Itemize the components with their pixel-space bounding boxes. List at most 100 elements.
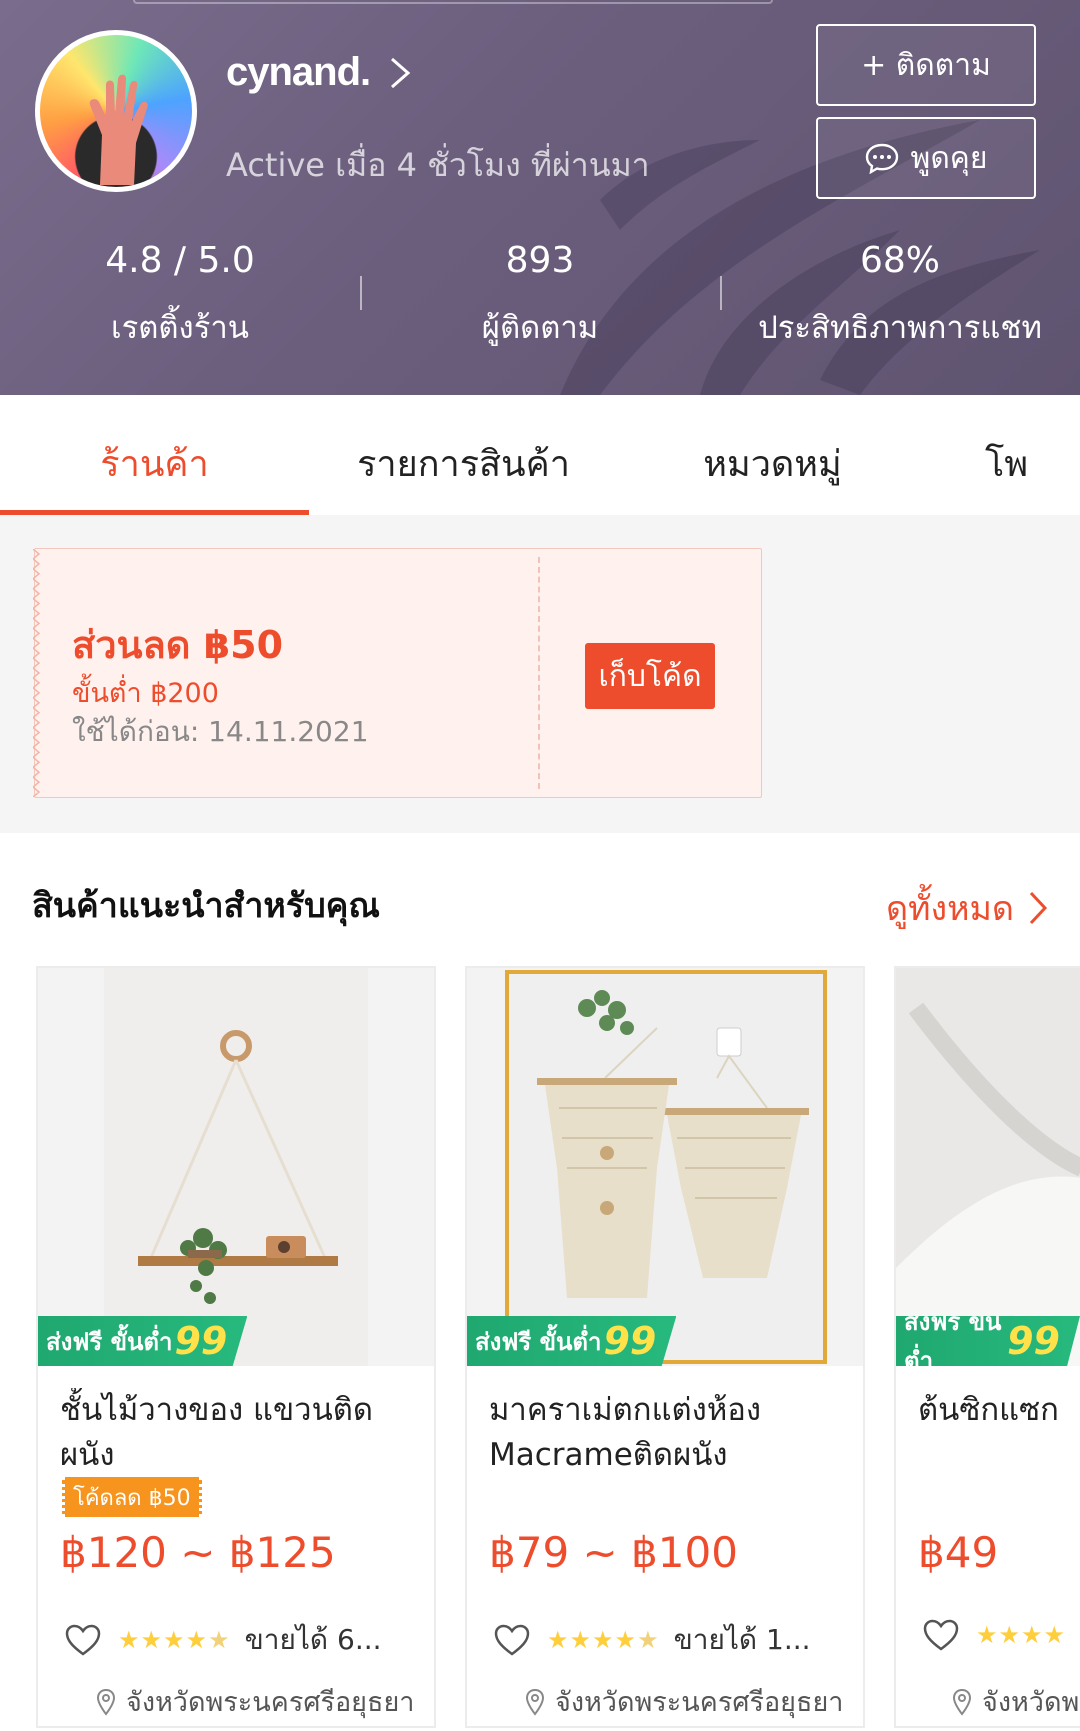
rating-stars: ★ ★ ★ ★: [976, 1621, 1065, 1649]
follow-button-label: + ติดตาม: [861, 47, 991, 83]
recommended-section: สินค้าแนะนำสำหรับคุณ ดูทั้งหมด ส่งฟรี ขั…: [0, 833, 1080, 1731]
follow-button[interactable]: + ติดตาม: [816, 24, 1036, 106]
star-icon: ★: [185, 1626, 207, 1654]
tab-shop[interactable]: ร้านค้า: [0, 395, 309, 515]
chat-bubble-icon: [865, 143, 898, 174]
sold-count: ขายได้ 6...: [244, 1623, 382, 1656]
free-shipping-number: 99: [603, 1319, 657, 1363]
shop-header: cynand. Active เมื่อ 4 ชั่วโมง ที่ผ่านมา…: [0, 0, 1080, 395]
chevron-right-icon: [1029, 891, 1048, 925]
free-shipping-number: 99: [174, 1319, 228, 1363]
stat-followers-value: 893: [505, 240, 575, 281]
tab-products[interactable]: รายการสินค้า: [309, 395, 618, 515]
product-name: ต้นซิกแซก ก: [918, 1392, 1064, 1428]
stat-followers-label: ผู้ติดตาม: [481, 310, 599, 346]
stat-followers[interactable]: 893 ผู้ติดตาม: [360, 240, 720, 352]
half-star-icon: ★: [208, 1626, 229, 1654]
product-name: ชั้นไม้วางของ แขวนติดผนัง: [60, 1392, 374, 1473]
location-pin-icon: [525, 1688, 545, 1716]
shop-tabs: ร้านค้า รายการสินค้า หมวดหมู่ โพ: [0, 395, 1080, 515]
discount-code-tag: โค้ดลด ฿50: [62, 1477, 202, 1517]
location-pin-icon: [952, 1688, 972, 1716]
see-all-label: ดูทั้งหมด: [886, 889, 1014, 929]
free-shipping-badge: ส่งฟรี ขั้นต่ำ 99: [896, 1316, 1080, 1366]
voucher-min-spend: ขั้นต่ำ ฿200: [72, 678, 219, 709]
star-icon: ★: [547, 1626, 568, 1654]
product-image[interactable]: ส่งฟรี ขั้นต่ำ 99: [896, 968, 1080, 1366]
plant-image: [896, 968, 1080, 1366]
product-card[interactable]: ส่งฟรี ขั้นต่ำ 99 ชั้นไม้วางของ แขวนติดผ…: [36, 966, 436, 1728]
chat-button-label: พูดคุย: [910, 140, 988, 176]
star-icon: ★: [614, 1626, 636, 1654]
macrame-image: [505, 970, 827, 1364]
heart-icon[interactable]: [64, 1623, 102, 1657]
voucher-section: ส่วนลด ฿50 ขั้นต่ำ ฿200 ใช้ได้ก่อน: 14.1…: [0, 515, 1080, 833]
half-star-icon: ★: [637, 1626, 658, 1654]
section-title: สินค้าแนะนำสำหรับคุณ: [32, 886, 380, 926]
free-shipping-badge: ส่งฟรี ขั้นต่ำ 99: [467, 1316, 677, 1366]
product-image[interactable]: ส่งฟรี ขั้นต่ำ 99: [38, 968, 434, 1366]
rating-stars: ★ ★ ★ ★ ★: [547, 1626, 659, 1654]
star-icon: ★: [1043, 1621, 1065, 1649]
star-icon: ★: [569, 1626, 591, 1654]
see-all-link[interactable]: ดูทั้งหมด: [886, 881, 1048, 935]
product-image[interactable]: ส่งฟรี ขั้นต่ำ 99: [467, 968, 863, 1366]
heart-icon[interactable]: [922, 1618, 960, 1652]
product-card[interactable]: ส่งฟรี ขั้นต่ำ 99 มาคราเม่ตกแต่งห้อง Mac…: [465, 966, 865, 1728]
voucher-card: ส่วนลด ฿50 ขั้นต่ำ ฿200 ใช้ได้ก่อน: 14.1…: [33, 548, 762, 798]
product-location: จังหวัดพ: [952, 1680, 1079, 1723]
rating-stars: ★ ★ ★ ★ ★: [118, 1626, 230, 1654]
product-meta: ★ ★ ★ ★ ★ ขายได้ 1...: [493, 1618, 811, 1662]
star-icon: ★: [118, 1626, 139, 1654]
star-icon: ★: [976, 1621, 997, 1649]
shop-avatar[interactable]: [35, 30, 197, 192]
free-shipping-number: 99: [1007, 1319, 1060, 1363]
location-text: จังหวัดพระนครศรีอยุธยา: [555, 1687, 844, 1718]
chevron-right-icon: [391, 57, 411, 88]
voucher-title: ส่วนลด ฿50: [72, 623, 284, 667]
free-shipping-text: ส่งฟรี ขั้นต่ำ: [46, 1327, 173, 1356]
voucher-edge: [33, 549, 41, 797]
location-text: จังหวัดพ: [982, 1687, 1080, 1718]
heart-icon[interactable]: [493, 1623, 531, 1657]
stat-rating[interactable]: 4.8 / 5.0 เรตติ้งร้าน: [0, 240, 360, 352]
stat-divider: [360, 276, 362, 310]
stat-divider: [720, 276, 722, 310]
sold-count: ขายได้ 1...: [673, 1623, 811, 1656]
product-price: ฿79 ~ ฿100: [489, 1528, 738, 1577]
voucher-divider: [538, 557, 540, 789]
stat-chat-label: ประสิทธิภาพการแชท: [758, 310, 1042, 346]
free-shipping-badge: ส่งฟรี ขั้นต่ำ 99: [38, 1316, 248, 1366]
active-status: Active เมื่อ 4 ชั่วโมง ที่ผ่านมา: [226, 146, 650, 184]
free-shipping-text: ส่งฟรี ขั้นต่ำ: [475, 1327, 602, 1356]
star-icon: ★: [998, 1621, 1020, 1649]
product-card[interactable]: ส่งฟรี ขั้นต่ำ 99 ต้นซิกแซก ก ฿49 ★★★★ จ…: [894, 966, 1080, 1728]
tab-categories[interactable]: หมวดหมู่: [618, 395, 927, 515]
shop-name[interactable]: cynand.: [226, 50, 416, 95]
stat-rating-label: เรตติ้งร้าน: [111, 310, 249, 346]
claim-voucher-button[interactable]: เก็บโค้ด: [585, 643, 715, 709]
tab-promotions[interactable]: โพ: [927, 395, 1080, 515]
chat-button[interactable]: พูดคุย: [816, 117, 1036, 199]
product-location: จังหวัดพระนครศรีอยุธยา: [96, 1680, 414, 1723]
star-icon: ★: [592, 1626, 613, 1654]
location-text: จังหวัดพระนครศรีอยุธยา: [126, 1687, 415, 1718]
product-price: ฿49: [918, 1528, 999, 1577]
hand-icon: [89, 74, 148, 185]
location-pin-icon: [96, 1688, 116, 1716]
product-name: มาคราเม่ตกแต่งห้อง Macrameติดผนัง: [489, 1392, 762, 1473]
star-icon: ★: [163, 1626, 184, 1654]
shop-stats: 4.8 / 5.0 เรตติ้งร้าน 893 ผู้ติดตาม 68% …: [0, 240, 1080, 352]
stat-rating-value: 4.8 / 5.0: [105, 240, 255, 281]
voucher-expiry: ใช้ได้ก่อน: 14.11.2021: [72, 715, 369, 748]
star-icon: ★: [1021, 1621, 1042, 1649]
stat-chat-performance[interactable]: 68% ประสิทธิภาพการแชท: [720, 240, 1080, 352]
product-meta: ★ ★ ★ ★: [922, 1618, 1065, 1652]
product-location: จังหวัดพระนครศรีอยุธยา: [525, 1680, 843, 1723]
wall-shelf-image: [104, 968, 368, 1366]
shop-name-text: cynand.: [226, 50, 371, 94]
product-price: ฿120 ~ ฿125: [60, 1528, 336, 1577]
search-bar-edge: [133, 0, 773, 4]
stat-chat-value: 68%: [859, 240, 940, 281]
product-meta: ★ ★ ★ ★ ★ ขายได้ 6...: [64, 1618, 382, 1662]
